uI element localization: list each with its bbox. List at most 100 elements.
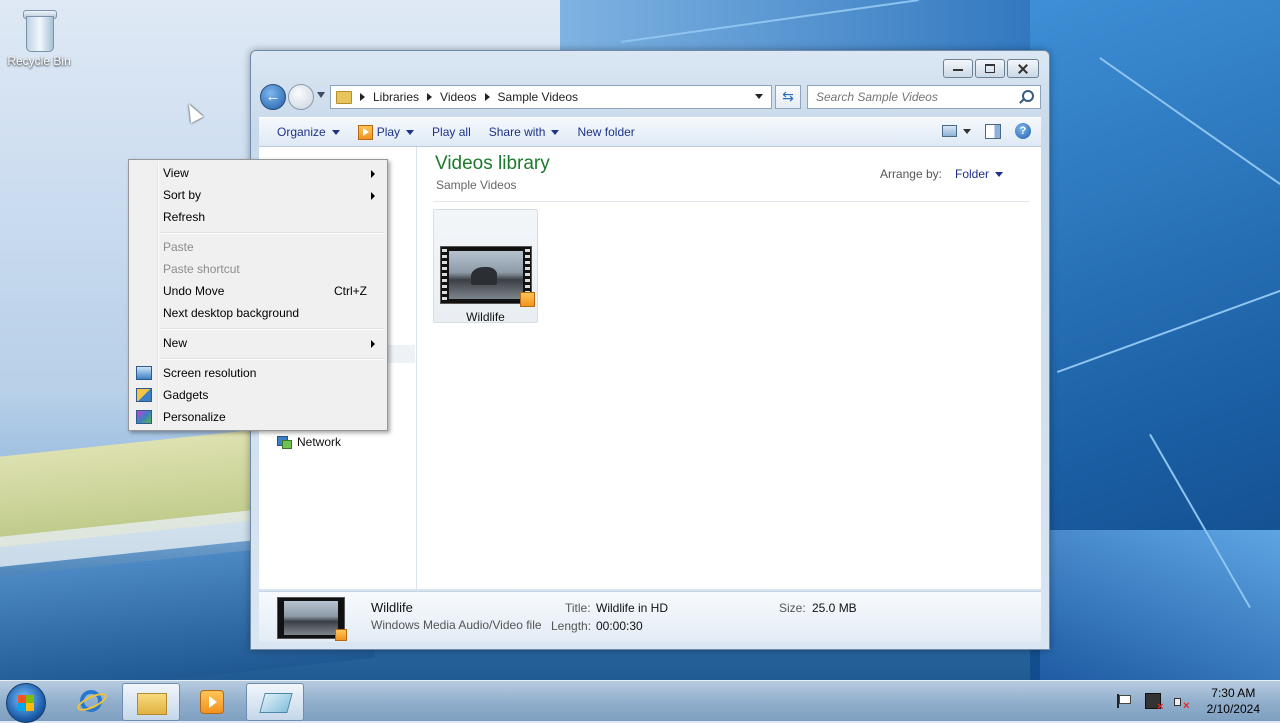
- breadcrumb-videos[interactable]: Videos: [440, 90, 476, 104]
- taskbar-windows-explorer[interactable]: [122, 683, 180, 721]
- menu-item-paste-shortcut: Paste shortcut: [131, 258, 385, 280]
- taskbar-internet-explorer[interactable]: [62, 683, 118, 719]
- forward-button[interactable]: [288, 84, 314, 110]
- menu-item-screen-resolution[interactable]: Screen resolution: [131, 362, 385, 384]
- organize-label: Organize: [277, 125, 326, 139]
- desktop-icon-recycle-bin[interactable]: Recycle Bin: [6, 8, 72, 68]
- personalize-icon: [136, 410, 152, 424]
- chevron-down-icon: [406, 129, 415, 135]
- breadcrumb-separator[interactable]: [484, 93, 490, 101]
- menu-item-label: View: [163, 166, 189, 180]
- chevron-down-icon: [331, 129, 340, 135]
- menu-item-label: New: [163, 336, 188, 350]
- details-title-label: Title:: [565, 601, 591, 615]
- action-center-flag-icon[interactable]: [1116, 694, 1133, 708]
- submenu-arrow-icon: [371, 170, 375, 178]
- search-box[interactable]: [807, 85, 1041, 109]
- menu-item-personalize[interactable]: Personalize: [131, 406, 385, 428]
- note-icon: [259, 693, 293, 713]
- details-title-value[interactable]: Wildlife in HD: [596, 601, 668, 615]
- menu-item-view[interactable]: View: [131, 162, 385, 184]
- back-button[interactable]: ←: [260, 84, 286, 110]
- start-button[interactable]: [6, 683, 46, 723]
- menu-item-undo-move[interactable]: Undo Move Ctrl+Z: [131, 280, 385, 302]
- menu-separator: [161, 328, 385, 330]
- submenu-arrow-icon: [371, 340, 375, 348]
- menu-item-label: Personalize: [163, 410, 226, 424]
- new-folder-button[interactable]: New folder: [577, 125, 634, 139]
- menu-separator: [161, 232, 385, 234]
- menu-item-label: Paste: [163, 240, 194, 254]
- menu-item-next-desktop-background[interactable]: Next desktop background: [131, 302, 385, 324]
- menu-item-label: Paste shortcut: [163, 262, 240, 276]
- menu-item-label: Sort by: [163, 188, 202, 202]
- menu-item-refresh[interactable]: Refresh: [131, 206, 385, 228]
- arrange-by-dropdown[interactable]: Folder: [955, 167, 989, 181]
- search-icon[interactable]: [1022, 90, 1034, 102]
- breadcrumb-separator[interactable]: [427, 93, 433, 101]
- details-type: Windows Media Audio/Video file: [371, 618, 542, 632]
- breadcrumb-sample-videos[interactable]: Sample Videos: [498, 90, 579, 104]
- close-button[interactable]: [1007, 59, 1039, 78]
- menu-item-label: Next desktop background: [163, 306, 300, 320]
- minimize-button[interactable]: [943, 59, 973, 78]
- network-icon: [277, 436, 292, 449]
- share-with-button[interactable]: Share with: [489, 125, 560, 139]
- preview-pane-icon[interactable]: [985, 123, 1001, 139]
- details-pane: Wildlife Windows Media Audio/Video file …: [259, 591, 1041, 642]
- internet-explorer-icon: [80, 690, 102, 712]
- play-button[interactable]: Play: [357, 124, 415, 140]
- submenu-arrow-icon: [371, 192, 375, 200]
- library-subtitle: Sample Videos: [436, 178, 517, 192]
- file-name: Wildlife: [466, 310, 505, 324]
- taskbar-clock[interactable]: 7:30 AM 2/10/2024: [1207, 685, 1260, 717]
- clock-date: 2/10/2024: [1206, 702, 1260, 716]
- taskbar-note-app[interactable]: [246, 683, 304, 721]
- navigation-bar: ← Libraries Videos Sample Videos ⇆: [259, 83, 1041, 111]
- recent-pages-dropdown[interactable]: [317, 92, 325, 98]
- media-player-icon: [200, 690, 224, 714]
- details-size-value: 25.0 MB: [812, 601, 857, 615]
- taskbar: 7:30 AM 2/10/2024: [0, 680, 1280, 723]
- volume-muted-icon[interactable]: [1173, 694, 1190, 712]
- address-bar[interactable]: Libraries Videos Sample Videos: [330, 85, 772, 109]
- address-dropdown-icon[interactable]: [755, 94, 763, 99]
- file-item-wildlife[interactable]: Wildlife: [433, 209, 538, 324]
- nav-item-label: Network: [297, 435, 342, 449]
- nav-item-network[interactable]: Network: [277, 435, 341, 449]
- play-all-button[interactable]: Play all: [432, 125, 471, 139]
- network-disconnected-icon[interactable]: [1144, 693, 1164, 713]
- play-label: Play: [376, 125, 401, 139]
- menu-item-shortcut: Ctrl+Z: [334, 284, 367, 298]
- desktop-context-menu: View Sort by Refresh Paste Paste shortcu…: [128, 159, 388, 431]
- maximize-button[interactable]: [975, 59, 1005, 78]
- menu-item-paste: Paste: [131, 236, 385, 258]
- menu-item-label: Refresh: [163, 210, 206, 224]
- breadcrumb-libraries[interactable]: Libraries: [373, 90, 419, 104]
- organize-button[interactable]: Organize: [277, 125, 340, 139]
- search-input[interactable]: [814, 86, 1018, 108]
- chevron-down-icon[interactable]: [995, 171, 1003, 177]
- menu-separator: [161, 358, 385, 360]
- gadgets-icon: [136, 388, 152, 402]
- menu-item-label: Screen resolution: [163, 366, 257, 380]
- menu-item-gadgets[interactable]: Gadgets: [131, 384, 385, 406]
- recycle-bin-icon: [21, 8, 57, 52]
- library-title: Videos library: [435, 153, 550, 174]
- menu-item-label: Undo Move: [163, 284, 225, 298]
- menu-item-sort-by[interactable]: Sort by: [131, 184, 385, 206]
- video-thumbnail-icon: [439, 246, 535, 307]
- breadcrumb-separator[interactable]: [360, 93, 365, 101]
- system-tray: 7:30 AM 2/10/2024: [1116, 681, 1260, 721]
- taskbar-windows-media-player[interactable]: [182, 683, 238, 719]
- chevron-down-icon: [551, 129, 560, 135]
- details-name: Wildlife: [371, 600, 413, 615]
- media-player-badge-icon: [519, 292, 535, 307]
- view-options-dropdown[interactable]: [963, 128, 971, 134]
- folder-icon: [336, 90, 352, 104]
- details-length-label: Length:: [551, 619, 592, 633]
- help-icon[interactable]: ?: [1015, 123, 1031, 139]
- menu-item-new[interactable]: New: [131, 332, 385, 354]
- refresh-button[interactable]: ⇆: [775, 85, 801, 109]
- change-view-icon[interactable]: [942, 125, 957, 137]
